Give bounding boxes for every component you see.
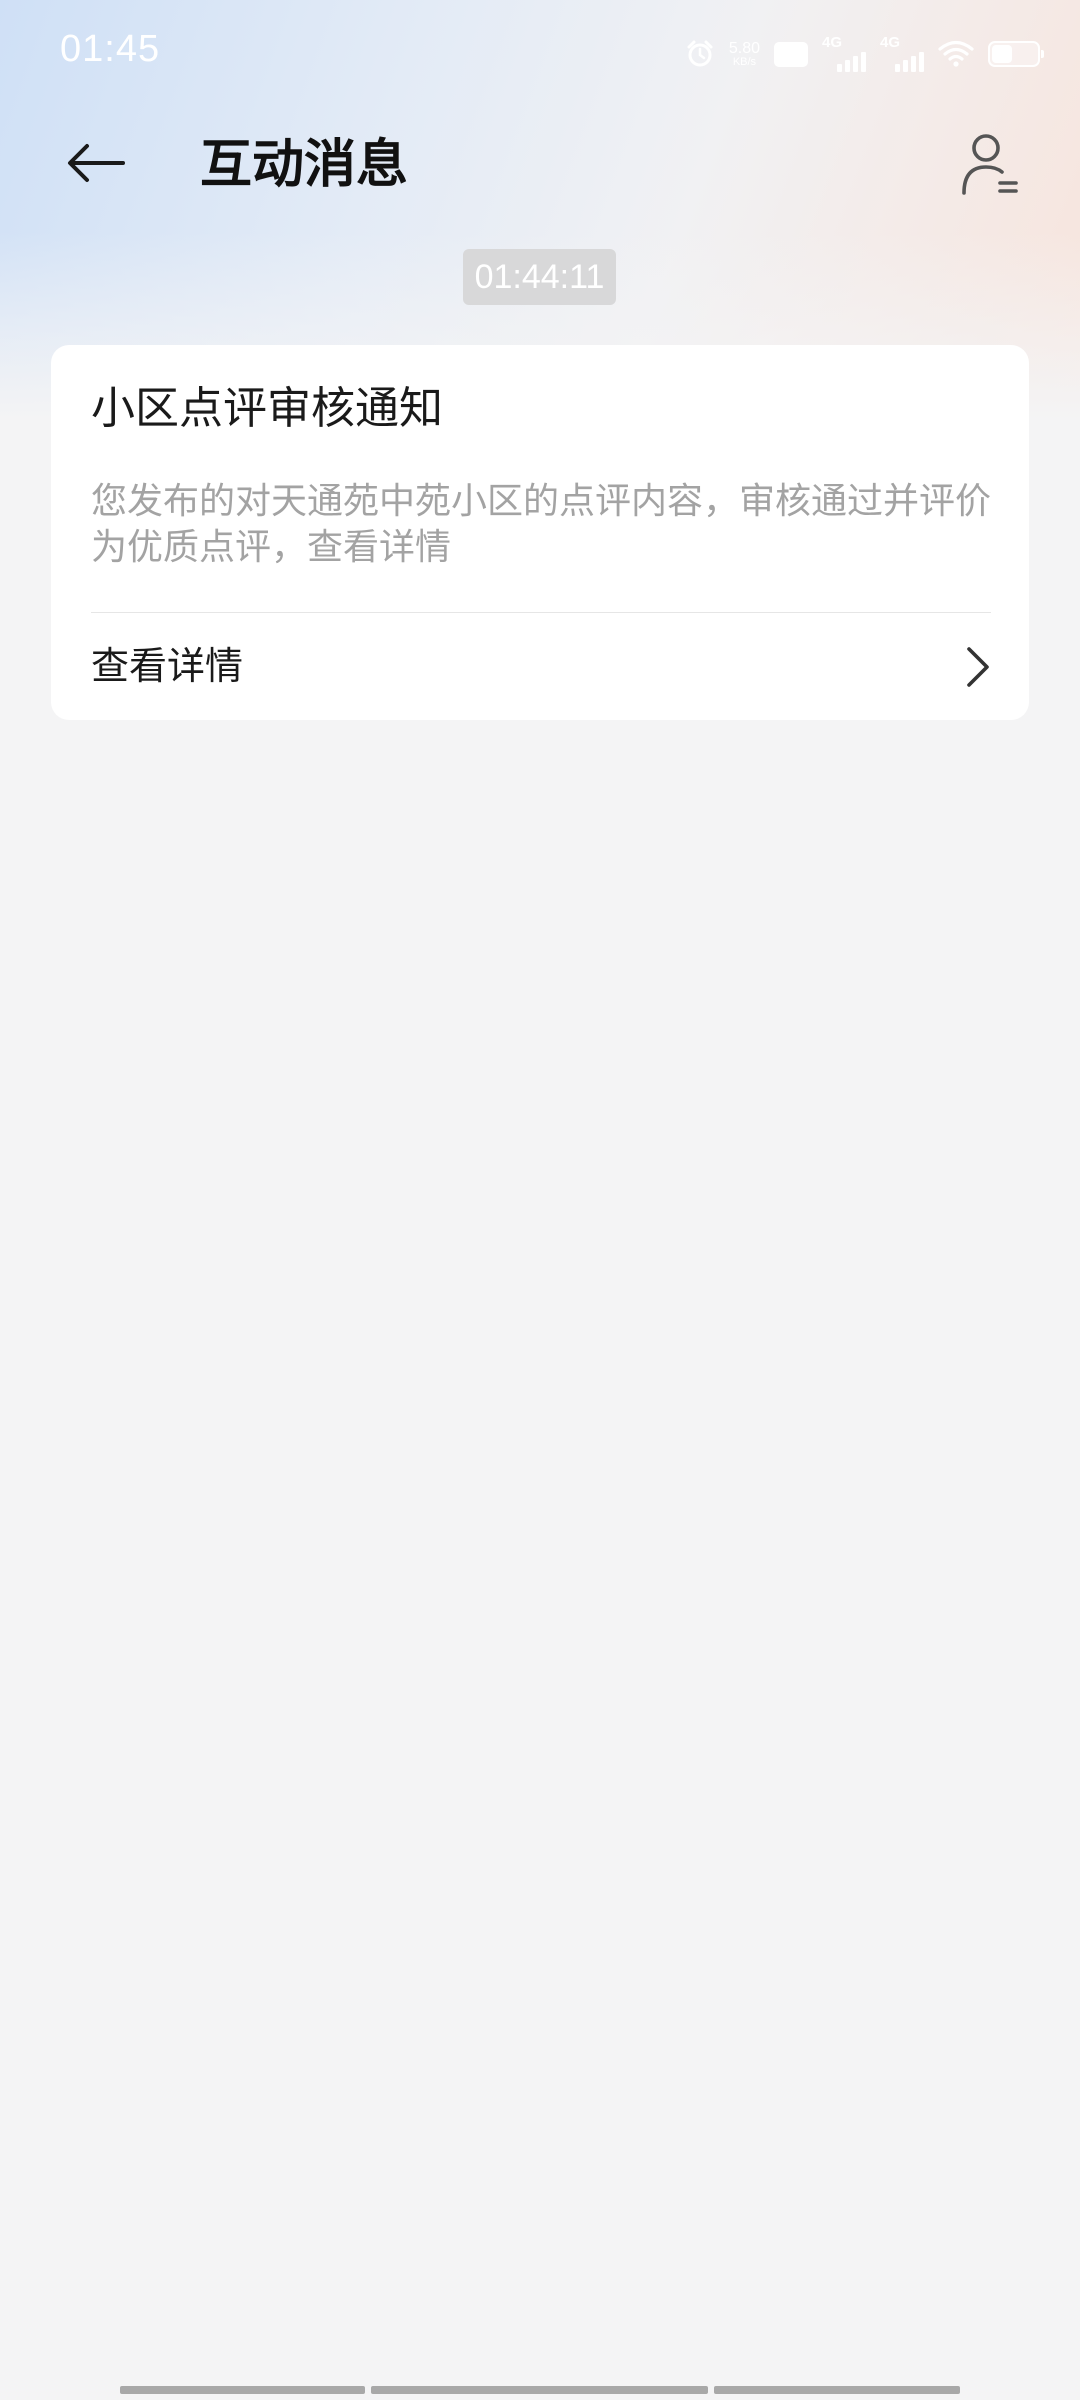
network-speed-value: 5.80 (728, 39, 760, 57)
signal-4g-label: 4G (880, 34, 901, 51)
message-card[interactable]: 小区点评审核通知 您发布的对天通苑中苑小区的点评内容，审核通过并评价为优质点评，… (51, 345, 1029, 720)
network-speed: 5.80 KB/s (728, 39, 760, 68)
page-title: 互动消息 (200, 135, 409, 195)
alarm-icon (685, 39, 715, 69)
status-icons: 5.80 KB/s HD 4G 4G (685, 30, 1044, 78)
arrow-left-icon (65, 143, 127, 187)
status-time: 01:45 (60, 28, 161, 70)
signal-4g-icon: 4G (880, 34, 924, 74)
navigation-gesture-bar[interactable] (120, 2386, 960, 2394)
battery-icon (988, 41, 1044, 67)
view-details-label: 查看详情 (91, 644, 244, 688)
app-header: 互动消息 (0, 110, 1080, 220)
back-button[interactable] (56, 130, 136, 200)
view-details-link[interactable]: 查看详情 (51, 613, 1029, 720)
hd-volte-icon: HD (774, 41, 808, 67)
chevron-right-icon (957, 643, 997, 691)
message-title: 小区点评审核通知 (91, 383, 443, 434)
user-list-icon (960, 131, 1020, 201)
status-bar: 01:45 5.80 KB/s HD 4G 4G (0, 0, 1080, 110)
signal-4g-icon: 4G (822, 34, 866, 74)
network-speed-unit: KB/s (732, 55, 757, 68)
profile-settings-button[interactable] (952, 128, 1028, 204)
message-timestamp: 01:44:11 (463, 249, 616, 305)
signal-4g-label: 4G (822, 34, 843, 51)
message-body: 您发布的对天通苑中苑小区的点评内容，审核通过并评价为优质点评，查看详情 (91, 481, 992, 568)
wifi-icon (938, 40, 974, 68)
battery-level-fill (992, 45, 1012, 63)
screen: 01:45 5.80 KB/s HD 4G 4G 互动消息 01:44:11 小… (0, 0, 1080, 2400)
